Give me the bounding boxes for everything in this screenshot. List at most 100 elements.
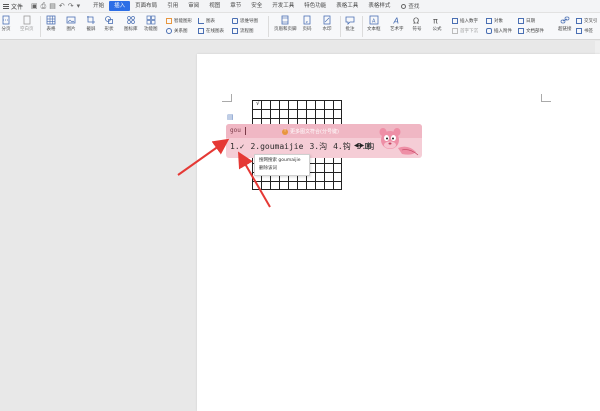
comment-button[interactable]: 批注 <box>345 15 355 32</box>
symbol-button[interactable]: Ω 符号 <box>412 15 422 33</box>
paragraph-handle-icon[interactable]: ▤ <box>227 113 234 121</box>
tab-security[interactable]: 安全 <box>246 1 267 11</box>
icon-library-button[interactable]: 图标库 <box>124 15 138 32</box>
online-chart-button[interactable]: 在线图表 <box>198 28 224 34</box>
object-button[interactable]: 对象 <box>486 18 503 24</box>
tab-home[interactable]: 开始 <box>88 1 109 11</box>
icon-library-label: 图标库 <box>124 27 138 32</box>
attachment-button[interactable]: 插入附件 <box>486 28 512 34</box>
attachment-label: 插入附件 <box>494 29 512 34</box>
screenshot-button[interactable]: 截屏 <box>86 15 96 32</box>
function-chart-button[interactable]: 功能图 <box>144 15 158 32</box>
cross-ref-button[interactable]: 交叉引 <box>576 18 598 24</box>
date-label: 日期 <box>526 19 535 24</box>
doc-part-icon <box>518 28 524 34</box>
chart-label: 图表 <box>206 19 215 24</box>
ime-candidate-4[interactable]: 4.钩 <box>333 141 351 152</box>
insert-number-button[interactable]: 插入数字 <box>452 18 478 24</box>
undo-icon[interactable]: ↶ <box>59 2 65 10</box>
relation-chart-label: 关系图 <box>174 29 188 34</box>
tab-view[interactable]: 视图 <box>204 1 225 11</box>
tab-section[interactable]: 章节 <box>225 1 246 11</box>
page-number-label: 页码 <box>302 27 312 32</box>
watermark-icon <box>323 15 331 25</box>
ime-next-page-button[interactable]: ▶ <box>360 142 365 149</box>
header-footer-button[interactable]: 页眉和页脚 <box>274 15 297 32</box>
tab-features[interactable]: 特色功能 <box>299 1 331 11</box>
ribbon-tabs: 开始 插入 页面布局 引用 审阅 视图 章节 安全 开发工具 特色功能 表格工具… <box>88 0 395 13</box>
mindmap-label: 思维导图 <box>240 19 258 24</box>
save-icon[interactable]: ▣ <box>31 2 38 10</box>
hyperlink-button[interactable]: 超链接 <box>558 15 572 32</box>
shape-label: 形状 <box>104 27 114 32</box>
tab-references[interactable]: 引用 <box>162 1 183 11</box>
relation-chart-icon <box>166 28 172 34</box>
preview-icon[interactable]: ▤ <box>49 2 56 10</box>
smartart-button[interactable]: 智能图形 <box>166 18 192 24</box>
relation-chart-button[interactable]: 关系图 <box>166 28 188 34</box>
print-icon[interactable]: ⎙ <box>41 2 47 10</box>
textbox-icon: A <box>369 15 379 25</box>
flowchart-icon <box>232 28 238 34</box>
redo-icon[interactable]: ↷ <box>68 2 74 10</box>
page-break-icon <box>2 15 10 25</box>
object-label: 对象 <box>494 19 503 24</box>
svg-text:Ω: Ω <box>413 17 419 26</box>
flowchart-label: 流程图 <box>240 29 254 34</box>
tab-review[interactable]: 审阅 <box>183 1 204 11</box>
watermark-button[interactable]: 水印 <box>322 15 332 32</box>
bookmark-button[interactable]: 书签 <box>576 28 593 34</box>
ribbon-separator <box>40 16 41 37</box>
file-menu[interactable]: 文件 <box>0 2 27 11</box>
page-number-button[interactable]: # 页码 <box>302 15 312 32</box>
ime-prev-page-button[interactable]: ◀ <box>354 142 359 149</box>
shape-button[interactable]: 形状 <box>104 15 114 32</box>
tab-insert[interactable]: 插入 <box>109 1 131 11</box>
tab-table-tools[interactable]: 表格工具 <box>331 1 363 11</box>
tab-developer[interactable]: 开发工具 <box>267 1 299 11</box>
wordart-button[interactable]: A 艺术字 <box>390 15 404 33</box>
textbox-button[interactable]: A 文本框 <box>367 15 381 32</box>
online-chart-label: 在线图表 <box>206 29 224 34</box>
menu-item-delete-word[interactable]: 删除该词 <box>259 165 305 173</box>
doc-part-button[interactable]: 文档部件 <box>518 28 544 34</box>
ime-caret <box>245 127 246 135</box>
chevron-down-icon[interactable]: ▾ <box>77 2 81 10</box>
blank-page-button[interactable]: 空白页 <box>20 15 34 32</box>
ime-expand-icon[interactable]: ▣ <box>365 142 372 149</box>
date-button[interactable]: 日期 <box>518 18 535 24</box>
page-break-button[interactable]: 分页 <box>1 15 11 32</box>
search-box[interactable]: 查找 <box>401 2 419 10</box>
ribbon-insert: 分页 空白页 表格 图片 截屏 形状 图标库 功能图 智能图形 关系图 图表 在… <box>0 13 600 40</box>
dropcap-label: 首字下沉 <box>460 29 478 34</box>
table-button[interactable]: 表格 <box>46 15 56 32</box>
chart-button[interactable]: 图表 <box>198 18 215 24</box>
file-menu-label: 文件 <box>11 3 24 11</box>
ime-candidate-1[interactable]: 1.✓ <box>230 142 244 151</box>
screenshot-icon <box>87 16 95 24</box>
tab-table-style[interactable]: 表格样式 <box>363 1 395 11</box>
picture-button[interactable]: 图片 <box>66 15 76 32</box>
dropcap-button[interactable]: 首字下沉 <box>452 28 478 34</box>
quick-access-toolbar: ▣ ⎙ ▤ ↶ ↷ ▾ <box>31 2 81 10</box>
formula-button[interactable]: π 公式 <box>432 15 442 33</box>
shape-icon <box>105 16 113 24</box>
table-icon <box>46 15 56 25</box>
ime-candidate-2[interactable]: 2.goumaijie <box>250 142 303 151</box>
ribbon-separator <box>268 16 269 37</box>
menu-bar: 文件 ▣ ⎙ ▤ ↶ ↷ ▾ 开始 插入 页面布局 引用 审阅 视图 章节 安全… <box>0 0 600 13</box>
page-number-icon: # <box>303 15 311 25</box>
ime-tip[interactable]: ! 更多图文符合(分号键) <box>282 128 339 135</box>
function-chart-icon <box>146 15 156 25</box>
menu-item-web-search[interactable]: 搜网搜索 goumaijie <box>259 157 305 165</box>
svg-text:π: π <box>433 17 438 26</box>
flowchart-button[interactable]: 流程图 <box>232 28 254 34</box>
tab-page-layout[interactable]: 页面布局 <box>130 1 162 11</box>
margin-corner-top-right <box>541 94 551 102</box>
ribbon-separator <box>362 16 363 37</box>
ime-page-nav: ◀ ▶ ▣ <box>354 142 372 149</box>
svg-text:A: A <box>392 17 398 26</box>
online-chart-icon <box>198 28 204 34</box>
mindmap-button[interactable]: 思维导图 <box>232 18 258 24</box>
ime-candidate-3[interactable]: 3.沟 <box>309 141 327 152</box>
